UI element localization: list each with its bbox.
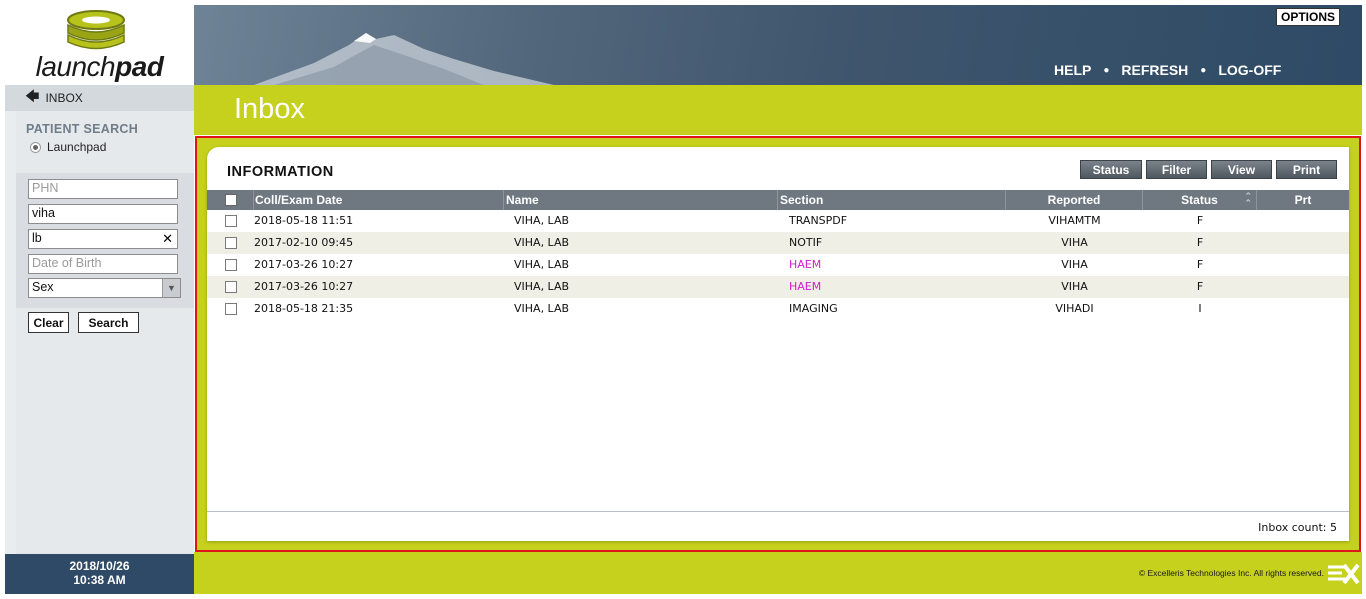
- sex-select-value: Sex: [32, 280, 54, 294]
- panel-title: INFORMATION: [227, 164, 334, 180]
- cell-date: 2018-05-18 11:51: [254, 214, 354, 227]
- status-button[interactable]: Status: [1080, 160, 1142, 179]
- table-row[interactable]: 2018-05-18 11:51 VIHA, LAB TRANSPDF VIHAMTM…: [207, 210, 1349, 232]
- title-band: Inbox: [194, 85, 1362, 135]
- chevron-down-icon[interactable]: ▼: [162, 279, 180, 297]
- row-checkbox[interactable]: [225, 215, 237, 227]
- table-row[interactable]: 2017-02-10 09:45 VIHA, LAB NOTIF VIHA F: [207, 232, 1349, 254]
- table-header: Coll/Exam Date Name Section Reported Sta…: [207, 190, 1349, 210]
- inbox-nav-link[interactable]: 🡄 INBOX: [5, 85, 194, 111]
- print-button[interactable]: Print: [1276, 160, 1337, 179]
- cell-section: TRANSPDF: [789, 214, 848, 227]
- row-checkbox[interactable]: [225, 303, 237, 315]
- cell-section: HAEM: [789, 280, 822, 293]
- mountain-banner-image: [254, 33, 554, 85]
- view-button[interactable]: View: [1211, 160, 1272, 179]
- inbox-nav-label: INBOX: [45, 91, 83, 105]
- refresh-link[interactable]: REFRESH: [1121, 62, 1188, 78]
- separator-dot: ●: [1200, 64, 1207, 76]
- date-time-display: 2018/10/26 10:38 AM: [5, 554, 194, 594]
- cell-status: F: [1196, 258, 1204, 271]
- cell-name: VIHA, LAB: [514, 236, 570, 249]
- search-button[interactable]: Search: [78, 312, 139, 333]
- cell-reported: VIHA: [1061, 236, 1088, 249]
- cell-date: 2017-03-26 10:27: [254, 280, 354, 293]
- cell-date: 2017-02-10 09:45: [254, 236, 354, 249]
- separator-dot: ●: [1103, 64, 1110, 76]
- panel-footer: Inbox count: 5: [207, 511, 1349, 541]
- cell-section: HAEM: [789, 258, 822, 271]
- cell-status: F: [1196, 236, 1204, 249]
- current-time: 10:38 AM: [73, 573, 126, 587]
- cell-reported: VIHA: [1061, 258, 1088, 271]
- cell-date: 2018-05-18 21:35: [254, 302, 354, 315]
- help-link[interactable]: HELP: [1054, 62, 1091, 78]
- col-header-section[interactable]: Section: [778, 190, 1006, 210]
- cell-status: I: [1198, 302, 1202, 315]
- table-row[interactable]: 2017-03-26 10:27 VIHA, LAB HAEM VIHA F: [207, 276, 1349, 298]
- information-panel: INFORMATION Status Filter View Print Col…: [207, 147, 1349, 541]
- first-name-value: lb: [32, 231, 42, 245]
- cell-reported: VIHAMTM: [1048, 214, 1101, 227]
- patient-search-panel: PATIENT SEARCH Launchpad PHN viha lb ✕ D…: [16, 111, 194, 594]
- cell-section: NOTIF: [789, 236, 823, 249]
- cell-reported: VIHADI: [1055, 302, 1094, 315]
- app-window: launchpad 🡄 INBOX PATIENT SEARCH Launchp…: [0, 0, 1366, 599]
- col-header-status-label: Status: [1181, 193, 1218, 207]
- clear-field-icon[interactable]: ✕: [162, 231, 173, 247]
- last-name-field[interactable]: viha: [28, 204, 178, 224]
- header-banner: OPTIONS HELP ● REFRESH ● LOG-OFF: [194, 5, 1362, 85]
- copyright-text: © Excelleris Technologies Inc. All right…: [1138, 568, 1324, 578]
- cell-reported: VIHA: [1061, 280, 1088, 293]
- cell-name: VIHA, LAB: [514, 214, 570, 227]
- source-radio-launchpad[interactable]: Launchpad: [30, 140, 106, 154]
- search-fields: PHN viha lb ✕ Date of Birth Sex ▼: [16, 173, 194, 308]
- sex-select[interactable]: Sex ▼: [28, 278, 181, 298]
- current-date: 2018/10/26: [69, 559, 130, 573]
- launchpad-logo: launchpad: [5, 5, 194, 85]
- cell-status: F: [1196, 280, 1204, 293]
- inbox-count: Inbox count: 5: [1258, 521, 1337, 534]
- launchpad-logo-icon: [67, 10, 125, 50]
- logoff-link[interactable]: LOG-OFF: [1218, 62, 1281, 78]
- row-checkbox[interactable]: [225, 259, 237, 271]
- table-row[interactable]: 2018-05-18 21:35 VIHA, LAB IMAGING VIHADI I: [207, 298, 1349, 320]
- top-nav-links: HELP ● REFRESH ● LOG-OFF: [1054, 62, 1281, 78]
- col-header-name[interactable]: Name: [504, 190, 778, 210]
- logo-wordmark: launchpad: [35, 51, 164, 82]
- radio-dot-icon: [30, 141, 41, 153]
- clear-button[interactable]: Clear: [28, 312, 69, 333]
- cell-name: VIHA, LAB: [514, 258, 570, 271]
- excelleris-logo-icon: [1328, 563, 1360, 585]
- table-row[interactable]: 2017-03-26 10:27 VIHA, LAB HAEM VIHA F: [207, 254, 1349, 276]
- dob-field[interactable]: Date of Birth: [28, 254, 178, 274]
- first-name-field[interactable]: lb ✕: [28, 229, 178, 249]
- row-checkbox[interactable]: [225, 237, 237, 249]
- phn-field[interactable]: PHN: [28, 179, 178, 199]
- cell-name: VIHA, LAB: [514, 302, 570, 315]
- source-radio-label: Launchpad: [47, 140, 107, 154]
- col-header-reported[interactable]: Reported: [1006, 190, 1143, 210]
- page-title: Inbox: [234, 93, 305, 125]
- col-header-status[interactable]: Status ⌃ ⌃: [1143, 190, 1257, 210]
- select-all-checkbox[interactable]: [225, 194, 237, 206]
- cell-status: F: [1196, 214, 1204, 227]
- filter-button[interactable]: Filter: [1146, 160, 1207, 179]
- cell-section: IMAGING: [789, 302, 838, 315]
- row-checkbox[interactable]: [225, 281, 237, 293]
- options-button[interactable]: OPTIONS: [1275, 8, 1340, 26]
- cell-name: VIHA, LAB: [514, 280, 570, 293]
- col-header-date[interactable]: Coll/Exam Date: [254, 190, 504, 210]
- back-arrow-icon: 🡄: [25, 88, 40, 104]
- cell-date: 2017-03-26 10:27: [254, 258, 354, 271]
- select-all-cell: [207, 190, 254, 210]
- footer: © Excelleris Technologies Inc. All right…: [194, 552, 1362, 594]
- sort-icon[interactable]: ⌃ ⌃: [1244, 192, 1252, 208]
- main-content-area: INFORMATION Status Filter View Print Col…: [195, 136, 1361, 552]
- col-header-prt[interactable]: Prt: [1257, 190, 1349, 210]
- patient-search-title: PATIENT SEARCH: [26, 122, 139, 136]
- sidebar: launchpad 🡄 INBOX PATIENT SEARCH Launchp…: [5, 5, 194, 594]
